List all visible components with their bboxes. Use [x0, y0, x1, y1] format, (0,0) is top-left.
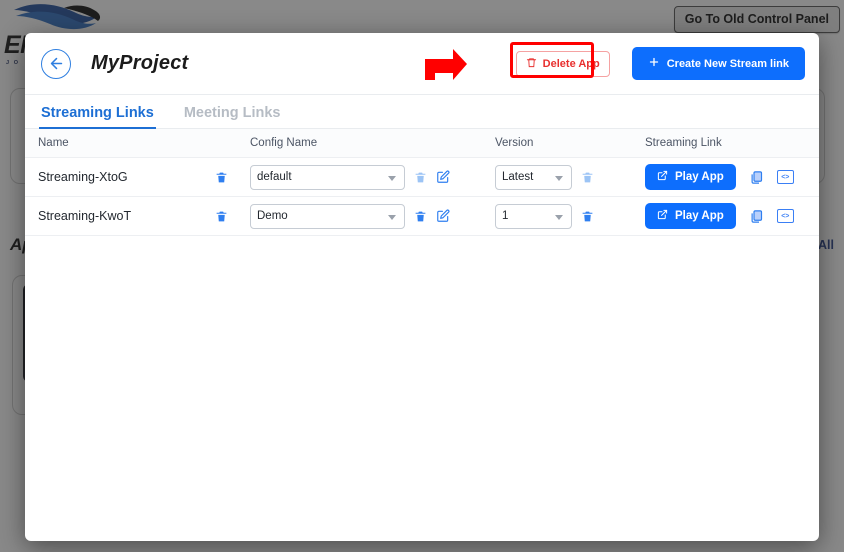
external-link-icon [657, 170, 668, 184]
play-app-button[interactable]: Play App [645, 164, 736, 190]
project-detail-modal: MyProject Delete App [25, 33, 819, 541]
table-row: Streaming-XtoG default [25, 158, 819, 197]
external-link-icon [657, 209, 668, 223]
stream-name-label: Streaming-XtoG [38, 170, 128, 184]
embed-code-icon[interactable]: <> [777, 170, 794, 184]
column-header-streaming-link: Streaming Link [645, 129, 819, 158]
trash-icon [526, 57, 537, 71]
table-header-row: Name Config Name Version Streaming Link [25, 129, 819, 158]
cell-version: Latest [495, 158, 645, 197]
modal-header: MyProject Delete App [25, 33, 819, 95]
copy-icon[interactable] [749, 209, 764, 224]
edit-square-icon[interactable] [436, 170, 450, 184]
column-header-config-name: Config Name [250, 129, 495, 158]
cell-streaming-link: Play App <> [645, 197, 819, 236]
config-name-select[interactable]: default [250, 165, 405, 190]
annotation-arrow-icon [423, 47, 469, 81]
trash-icon[interactable] [414, 210, 427, 223]
plus-icon [648, 56, 660, 71]
version-select[interactable]: 1 [495, 204, 572, 229]
header-actions: Delete App Create New Stream link [516, 47, 805, 80]
column-header-name: Name [25, 129, 250, 158]
column-header-version: Version [495, 129, 645, 158]
config-name-select-wrapper: Demo [250, 204, 405, 229]
play-app-label: Play App [675, 210, 724, 222]
cell-version: 1 [495, 197, 645, 236]
table-body: Streaming-XtoG default [25, 158, 819, 236]
tab-meeting-links[interactable]: Meeting Links [182, 105, 283, 128]
trash-icon[interactable] [414, 171, 427, 184]
version-select-wrapper: Latest [495, 165, 572, 190]
back-arrow-icon[interactable] [41, 49, 71, 79]
embed-code-icon[interactable]: <> [777, 209, 794, 223]
config-name-select[interactable]: Demo [250, 204, 405, 229]
trash-icon[interactable] [215, 210, 228, 223]
cell-config: Demo [250, 197, 495, 236]
trash-icon[interactable] [581, 210, 594, 223]
stream-name-label: Streaming-KwoT [38, 209, 131, 223]
page-title: MyProject [91, 52, 188, 75]
cell-name: Streaming-XtoG [25, 158, 250, 197]
table-header: Name Config Name Version Streaming Link [25, 129, 819, 158]
delete-app-label: Delete App [543, 58, 600, 70]
delete-app-wrapper: Delete App [516, 51, 610, 77]
copy-icon[interactable] [749, 170, 764, 185]
tab-streaming-links[interactable]: Streaming Links [39, 105, 156, 128]
table-row: Streaming-KwoT Demo [25, 197, 819, 236]
cell-streaming-link: Play App <> [645, 158, 819, 197]
version-select-wrapper: 1 [495, 204, 572, 229]
cell-config: default [250, 158, 495, 197]
trash-icon[interactable] [581, 171, 594, 184]
create-new-stream-link-button[interactable]: Create New Stream link [632, 47, 805, 80]
version-select[interactable]: Latest [495, 165, 572, 190]
play-app-label: Play App [675, 171, 724, 183]
tab-bar: Streaming Links Meeting Links [25, 95, 819, 129]
create-new-stream-link-label: Create New Stream link [667, 58, 789, 70]
play-app-button[interactable]: Play App [645, 203, 736, 229]
edit-square-icon[interactable] [436, 209, 450, 223]
streaming-links-table: Name Config Name Version Streaming Link … [25, 129, 819, 236]
streaming-links-table-wrapper: Name Config Name Version Streaming Link … [25, 129, 819, 541]
trash-icon[interactable] [215, 171, 228, 184]
config-name-select-wrapper: default [250, 165, 405, 190]
delete-app-button[interactable]: Delete App [516, 51, 610, 77]
cell-name: Streaming-KwoT [25, 197, 250, 236]
